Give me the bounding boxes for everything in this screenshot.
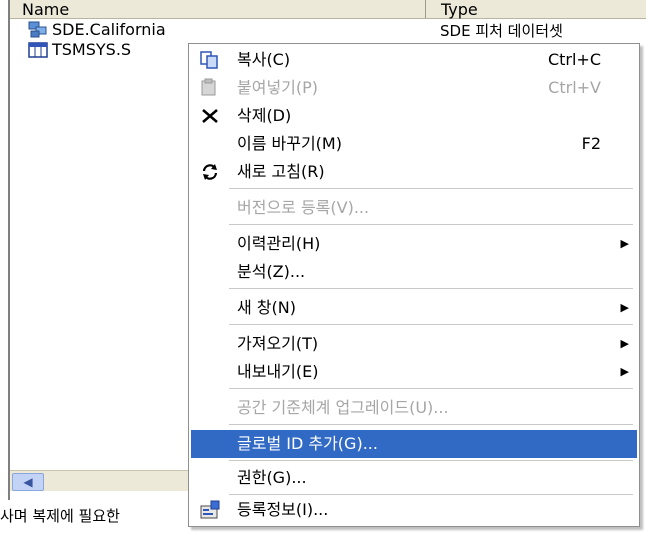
- menu-separator: [229, 188, 633, 189]
- menu-item-shortcut: Ctrl+C: [547, 50, 601, 69]
- menu-separator: [229, 224, 633, 225]
- menu-item-paste[interactable]: 붙여넣기(P) Ctrl+V: [191, 74, 637, 102]
- copy-icon: [199, 50, 221, 70]
- menu-item-label: 공간 기준체계 업그레이드(U)...: [237, 398, 449, 417]
- menu-item-delete[interactable]: 삭제(D): [191, 102, 637, 130]
- catalog-window: Name Type SDE.California SDE 피처 데이터셋 TSM…: [0, 0, 651, 533]
- context-menu: 복사(C) Ctrl+C 붙여넣기(P) Ctrl+V 삭제(D) 이름 바꾸기…: [188, 43, 640, 527]
- status-text: 사며 복제에 필요한: [0, 507, 120, 525]
- list-item-name: TSMSYS.S: [52, 40, 132, 59]
- menu-item-copy[interactable]: 복사(C) Ctrl+C: [191, 46, 637, 74]
- column-header-type[interactable]: Type: [427, 0, 646, 19]
- menu-item-upgrade-spatial-reference[interactable]: 공간 기준체계 업그레이드(U)...: [191, 394, 637, 422]
- menu-item-shortcut: F2: [581, 134, 601, 153]
- menu-item-history[interactable]: 이력관리(H) ▶: [191, 230, 637, 258]
- menu-item-permissions[interactable]: 권한(G)...: [191, 464, 637, 492]
- menu-separator: [229, 460, 633, 461]
- delete-x-icon: [199, 106, 221, 126]
- menu-item-shortcut: Ctrl+V: [548, 78, 601, 97]
- menu-item-label: 새로 고침(R): [237, 162, 325, 181]
- menu-item-register-version[interactable]: 버전으로 등록(V)...: [191, 194, 637, 222]
- menu-item-analyze[interactable]: 분석(Z)...: [191, 258, 637, 286]
- menu-item-label: 가져오기(T): [237, 334, 319, 353]
- menu-item-export[interactable]: 내보내기(E) ▶: [191, 358, 637, 386]
- horizontal-scrollbar[interactable]: ◀: [10, 470, 190, 491]
- menu-item-label: 새 창(N): [237, 298, 296, 317]
- list-item[interactable]: SDE.California: [28, 20, 208, 40]
- menu-separator: [229, 388, 633, 389]
- menu-item-label: 삭제(D): [237, 106, 292, 125]
- menu-item-new-window[interactable]: 새 창(N) ▶: [191, 294, 637, 322]
- list-item[interactable]: TSMSYS.S: [28, 40, 188, 60]
- submenu-arrow-icon: ▶: [620, 365, 629, 378]
- menu-item-rename[interactable]: 이름 바꾸기(M) F2: [191, 130, 637, 158]
- menu-item-label: 등록정보(I)...: [237, 500, 329, 519]
- properties-icon: [199, 500, 221, 520]
- column-header-name[interactable]: Name: [10, 0, 426, 19]
- menu-item-label: 버전으로 등록(V)...: [237, 198, 370, 217]
- menu-item-refresh[interactable]: 새로 고침(R): [191, 158, 637, 186]
- submenu-arrow-icon: ▶: [620, 337, 629, 350]
- menu-item-label: 이력관리(H): [237, 234, 321, 253]
- menu-item-properties[interactable]: 등록정보(I)...: [191, 496, 637, 524]
- menu-separator: [229, 424, 633, 425]
- menu-separator: [229, 494, 633, 495]
- scroll-left-icon[interactable]: ◀: [12, 473, 44, 491]
- list-column-header: Name Type: [10, 0, 646, 19]
- menu-separator: [229, 324, 633, 325]
- submenu-arrow-icon: ▶: [620, 237, 629, 250]
- menu-item-import[interactable]: 가져오기(T) ▶: [191, 330, 637, 358]
- list-item-name: SDE.California: [52, 20, 166, 39]
- menu-item-label: 분석(Z)...: [237, 262, 306, 281]
- menu-separator: [229, 288, 633, 289]
- menu-item-label: 권한(G)...: [237, 468, 307, 487]
- paste-icon: [199, 78, 221, 98]
- menu-item-label: 내보내기(E): [237, 362, 319, 381]
- menu-item-add-global-id[interactable]: 글로벌 ID 추가(G)...: [191, 430, 637, 458]
- menu-item-label: 복사(C): [237, 50, 291, 69]
- submenu-arrow-icon: ▶: [620, 301, 629, 314]
- menu-item-label: 이름 바꾸기(M): [237, 134, 342, 153]
- table-icon: [28, 41, 48, 59]
- feature-dataset-icon: [28, 21, 48, 39]
- refresh-icon: [199, 162, 221, 182]
- menu-item-label: 붙여넣기(P): [237, 78, 319, 97]
- menu-item-label: 글로벌 ID 추가(G)...: [237, 434, 378, 453]
- list-item-type: SDE 피처 데이터셋: [440, 22, 563, 40]
